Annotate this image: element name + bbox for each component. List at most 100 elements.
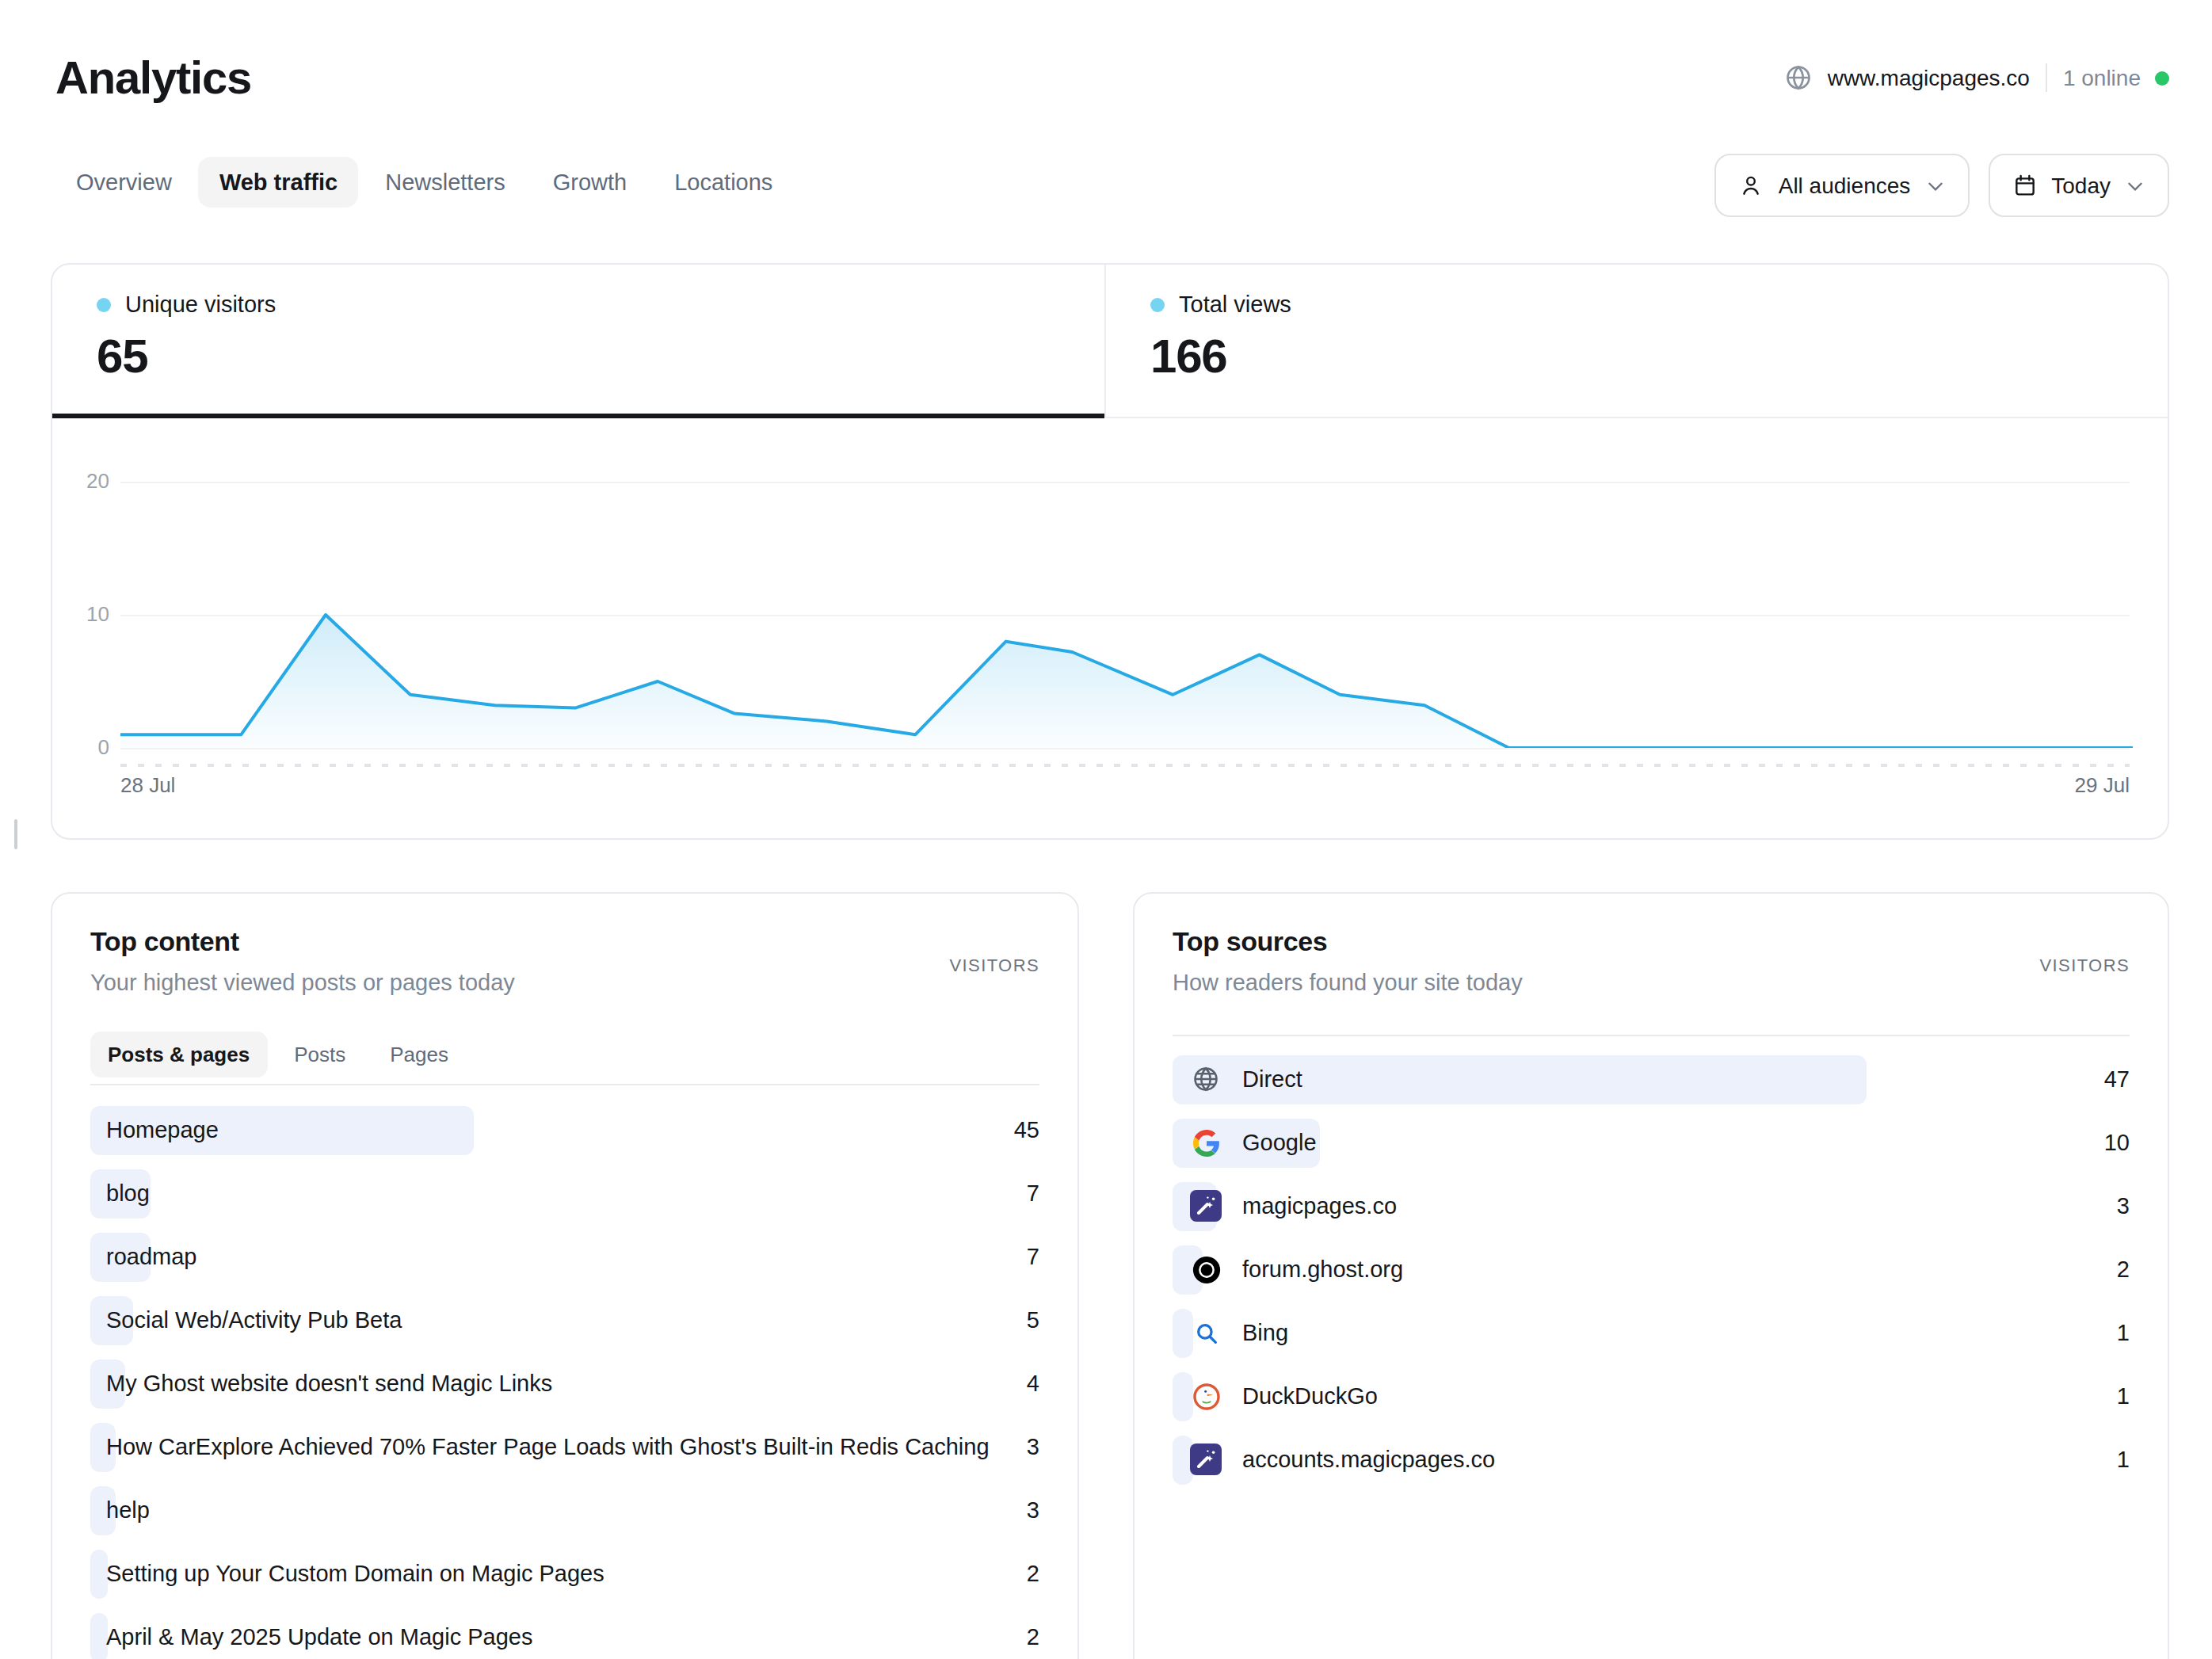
google-icon xyxy=(1190,1127,1222,1158)
y-tick-label: 0 xyxy=(52,735,109,759)
online-dot xyxy=(2155,71,2169,85)
content-row-visitors: 2 xyxy=(1027,1605,1039,1659)
content-tab-posts-pages[interactable]: Posts & pages xyxy=(90,1032,267,1077)
content-row-visitors: 3 xyxy=(1027,1415,1039,1478)
source-row-visitors: 47 xyxy=(2104,1047,2130,1111)
content-row[interactable]: Social Web/Activity Pub Beta5 xyxy=(90,1288,1039,1352)
content-row[interactable]: help3 xyxy=(90,1478,1039,1542)
unique-visitors-dot xyxy=(97,297,111,311)
y-tick-label: 20 xyxy=(52,469,109,493)
source-row-visitors: 10 xyxy=(2104,1111,2130,1174)
source-row-visitors: 3 xyxy=(2117,1174,2130,1238)
y-tick-label: 10 xyxy=(52,602,109,626)
page-title: Analytics xyxy=(55,52,251,105)
content-row-visitors: 5 xyxy=(1027,1288,1039,1352)
site-domain[interactable]: www.magicpages.co xyxy=(1785,63,2030,92)
stat-value: 65 xyxy=(97,330,1104,383)
divider xyxy=(90,1084,1039,1085)
duckduckgo-icon xyxy=(1190,1380,1222,1412)
content-tab-posts[interactable]: Posts xyxy=(276,1032,363,1077)
source-row-label: Direct xyxy=(1242,1047,1302,1111)
chevron-down-icon xyxy=(2125,175,2145,196)
card-subtitle: How readers found your site today xyxy=(1173,970,1523,995)
content-row-visitors: 7 xyxy=(1027,1225,1039,1288)
chevron-down-icon xyxy=(1924,175,1945,196)
content-tab-pages[interactable]: Pages xyxy=(372,1032,466,1077)
filters: All audiences Today xyxy=(1715,154,2169,217)
divider xyxy=(1173,1035,2130,1036)
content-row-label: Homepage xyxy=(106,1098,219,1161)
globe-icon xyxy=(1785,63,1813,92)
content-row-label: roadmap xyxy=(106,1225,196,1288)
visitors-area-chart xyxy=(120,453,2133,748)
person-icon xyxy=(1739,173,1764,198)
source-row-visitors: 1 xyxy=(2117,1428,2130,1491)
content-row[interactable]: blog 7 xyxy=(90,1161,1039,1225)
tab-web-traffic[interactable]: Web traffic xyxy=(199,157,358,208)
top-sources-card: Top sources How readers found your site … xyxy=(1133,892,2169,1659)
online-status: 1 online xyxy=(2063,65,2169,90)
tab-overview[interactable]: Overview xyxy=(55,157,193,208)
date-range-button[interactable]: Today xyxy=(1988,154,2169,217)
globe-icon xyxy=(1190,1063,1222,1095)
stat-total-views[interactable]: Total views 166 xyxy=(1106,265,2168,418)
stat-value: 166 xyxy=(1150,330,2168,383)
source-row-visitors: 2 xyxy=(2117,1238,2130,1301)
magicpages-icon xyxy=(1190,1190,1222,1222)
audience-filter-button[interactable]: All audiences xyxy=(1715,154,1970,217)
content-row[interactable]: roadmap 7 xyxy=(90,1225,1039,1288)
source-row[interactable]: DuckDuckGo 1 xyxy=(1173,1364,2130,1428)
web-traffic-card: Unique visitors 65 Total views 166 20 10… xyxy=(51,263,2169,840)
divider xyxy=(2046,63,2047,92)
magicpages-icon xyxy=(1190,1444,1222,1475)
source-row-label: Google xyxy=(1242,1111,1317,1174)
calendar-icon xyxy=(2012,173,2037,198)
source-row-label: forum.ghost.org xyxy=(1242,1238,1403,1301)
bing-icon xyxy=(1190,1317,1222,1348)
content-row[interactable]: How CarExplore Achieved 70% Faster Page … xyxy=(90,1415,1039,1478)
card-title: Top sources xyxy=(1173,927,1327,959)
source-row[interactable]: forum.ghost.org 2 xyxy=(1173,1238,2130,1301)
content-row-label: My Ghost website doesn't send Magic Link… xyxy=(106,1352,552,1415)
source-row-visitors: 1 xyxy=(2117,1301,2130,1364)
top-sources-list: Direct47Google10magicpages.co3forum.ghos… xyxy=(1173,1047,2130,1491)
top-content-list: Homepage45blog7roadmap7Social Web/Activi… xyxy=(90,1098,1039,1659)
stat-label: Total views xyxy=(1179,292,1291,317)
source-row-label: magicpages.co xyxy=(1242,1174,1397,1238)
stat-row: Unique visitors 65 Total views 166 xyxy=(52,265,2168,418)
tab-locations[interactable]: Locations xyxy=(654,157,793,208)
content-row[interactable]: Homepage 45 xyxy=(90,1098,1039,1161)
source-row[interactable]: Bing1 xyxy=(1173,1301,2130,1364)
content-row[interactable]: April & May 2025 Update on Magic Pages2 xyxy=(90,1605,1039,1659)
source-row[interactable]: Direct 47 xyxy=(1173,1047,2130,1111)
content-row-label: help xyxy=(106,1478,150,1542)
content-row-bar xyxy=(90,1549,108,1598)
x-axis-end-label: 29 Jul xyxy=(2075,773,2130,797)
source-row[interactable]: Google 10 xyxy=(1173,1111,2130,1174)
site-row: www.magicpages.co 1 online xyxy=(1785,63,2169,92)
stat-unique-visitors[interactable]: Unique visitors 65 xyxy=(52,265,1106,418)
nav-tabs: OverviewWeb trafficNewslettersGrowthLoca… xyxy=(55,157,793,208)
content-row-visitors: 7 xyxy=(1027,1161,1039,1225)
ghost-forum-icon xyxy=(1190,1253,1222,1285)
content-type-tabs: Posts & pagesPostsPages xyxy=(90,1032,466,1077)
content-row-visitors: 45 xyxy=(1014,1098,1039,1161)
gridline-0 xyxy=(120,748,2130,749)
source-row-label: DuckDuckGo xyxy=(1242,1364,1378,1428)
x-axis-start-label: 28 Jul xyxy=(120,773,175,797)
content-row-label: blog xyxy=(106,1161,150,1225)
content-row-bar xyxy=(90,1612,108,1659)
content-row[interactable]: My Ghost website doesn't send Magic Link… xyxy=(90,1352,1039,1415)
visitors-column-header: VISITORS xyxy=(2040,955,2130,974)
top-content-card: Top content Your highest viewed posts or… xyxy=(51,892,1079,1659)
x-axis-ticks xyxy=(120,764,2130,767)
content-row[interactable]: Setting up Your Custom Domain on Magic P… xyxy=(90,1542,1039,1605)
stat-label: Unique visitors xyxy=(125,292,276,317)
source-row[interactable]: magicpages.co 3 xyxy=(1173,1174,2130,1238)
source-row-visitors: 1 xyxy=(2117,1364,2130,1428)
source-row[interactable]: accounts.magicpages.co1 xyxy=(1173,1428,2130,1491)
tab-newsletters[interactable]: Newsletters xyxy=(364,157,526,208)
tab-growth[interactable]: Growth xyxy=(532,157,648,208)
total-views-dot xyxy=(1150,297,1165,311)
scrollbar-fragment[interactable] xyxy=(14,819,17,849)
